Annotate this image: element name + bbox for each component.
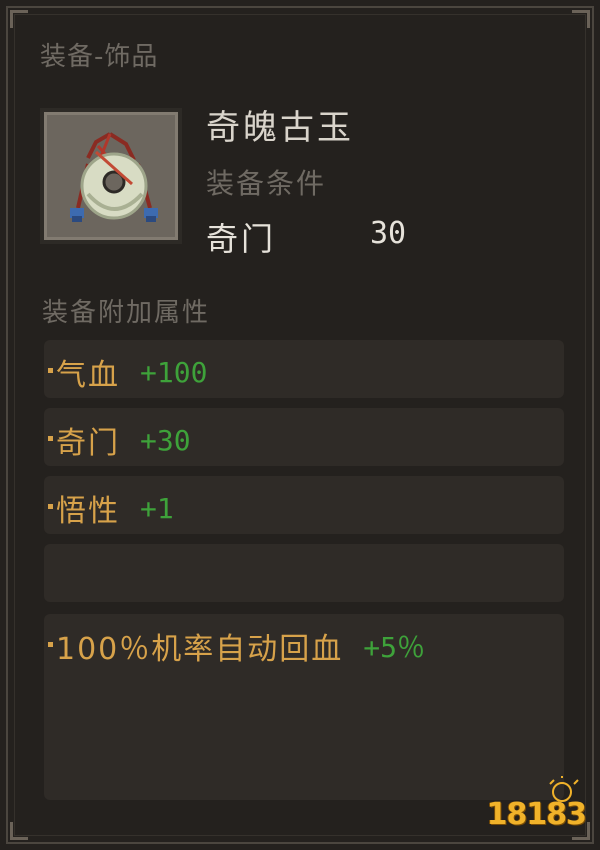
frame-corner [572, 10, 590, 28]
attribute-row-empty [44, 544, 564, 602]
frame-corner [10, 10, 28, 28]
frame-corner [10, 822, 28, 840]
attribute-value: +1 [140, 491, 174, 525]
attribute-name: 奇门 [56, 426, 120, 461]
attributes-header: 装备附加属性 [42, 298, 211, 328]
item-tooltip-panel: 装备-饰品 奇魄古玉 装备条件 奇门 30 装备附加属性 气血 +100 奇门 … [0, 0, 600, 850]
jade-pendant-icon [70, 132, 158, 222]
requirement-value: 30 [370, 216, 407, 251]
attribute-name: 悟性 [56, 494, 120, 529]
attribute-name: 气血 [56, 358, 120, 393]
item-name: 奇魄古玉 [206, 108, 354, 148]
attribute-value: +30 [140, 423, 191, 457]
watermark-text: 18183 [486, 797, 587, 832]
item-category: 装备-饰品 [40, 42, 159, 72]
attribute-row: 悟性 +1 [44, 476, 564, 534]
special-effect-row: 100％机率自动回血 +5％ [44, 614, 564, 800]
bullet-icon [48, 435, 53, 441]
bullet-icon [48, 367, 53, 373]
attribute-value: +100 [140, 355, 208, 389]
attribute-row: 气血 +100 [44, 340, 564, 398]
bullet-icon [48, 641, 53, 647]
item-icon-slot[interactable] [40, 108, 182, 244]
attribute-row: 奇门 +30 [44, 408, 564, 466]
requirement-stat: 奇门 [206, 220, 277, 258]
bullet-icon [48, 503, 53, 509]
requirement-label: 装备条件 [206, 167, 327, 200]
attribute-value: +5％ [363, 631, 425, 664]
attribute-name: 100％机率自动回血 [56, 632, 344, 667]
